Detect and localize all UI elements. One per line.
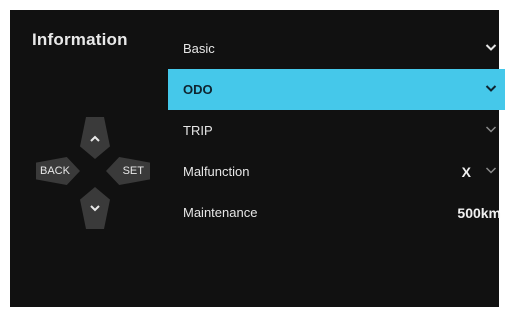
dpad-down-button[interactable] <box>80 187 110 229</box>
info-menu: Basic ODO TRIP Malfunction X Maintenance… <box>168 28 505 233</box>
chevron-up-icon <box>90 135 100 142</box>
menu-item-label: ODO <box>183 82 213 97</box>
chevron-down-icon <box>485 85 497 92</box>
menu-item-label: TRIP <box>183 123 213 138</box>
dpad-up-button[interactable] <box>80 117 110 159</box>
menu-item-odo[interactable]: ODO <box>168 69 505 110</box>
dpad-set-button[interactable]: SET <box>106 157 150 185</box>
menu-item-basic[interactable]: Basic <box>168 28 505 69</box>
page-title: Information <box>32 30 128 49</box>
chevron-down-icon <box>485 167 497 174</box>
info-screen: Information Basic ODO TRIP Malfunction X… <box>10 10 505 307</box>
menu-item-maintenance[interactable]: Maintenance 500km <box>168 192 505 233</box>
malfunction-value: X <box>461 164 471 180</box>
dpad-back-button[interactable]: BACK <box>36 157 80 185</box>
maintenance-value: 500km <box>457 205 501 221</box>
menu-item-label: Malfunction <box>183 164 250 179</box>
menu-item-label: Basic <box>183 41 215 56</box>
chevron-down-icon <box>485 126 497 133</box>
chevron-down-icon <box>90 204 100 211</box>
menu-item-malfunction[interactable]: Malfunction X <box>168 151 505 192</box>
chevron-down-icon <box>485 44 497 51</box>
dpad: BACK SET <box>36 115 156 230</box>
menu-item-label: Maintenance <box>183 205 258 220</box>
menu-item-trip[interactable]: TRIP <box>168 110 505 151</box>
